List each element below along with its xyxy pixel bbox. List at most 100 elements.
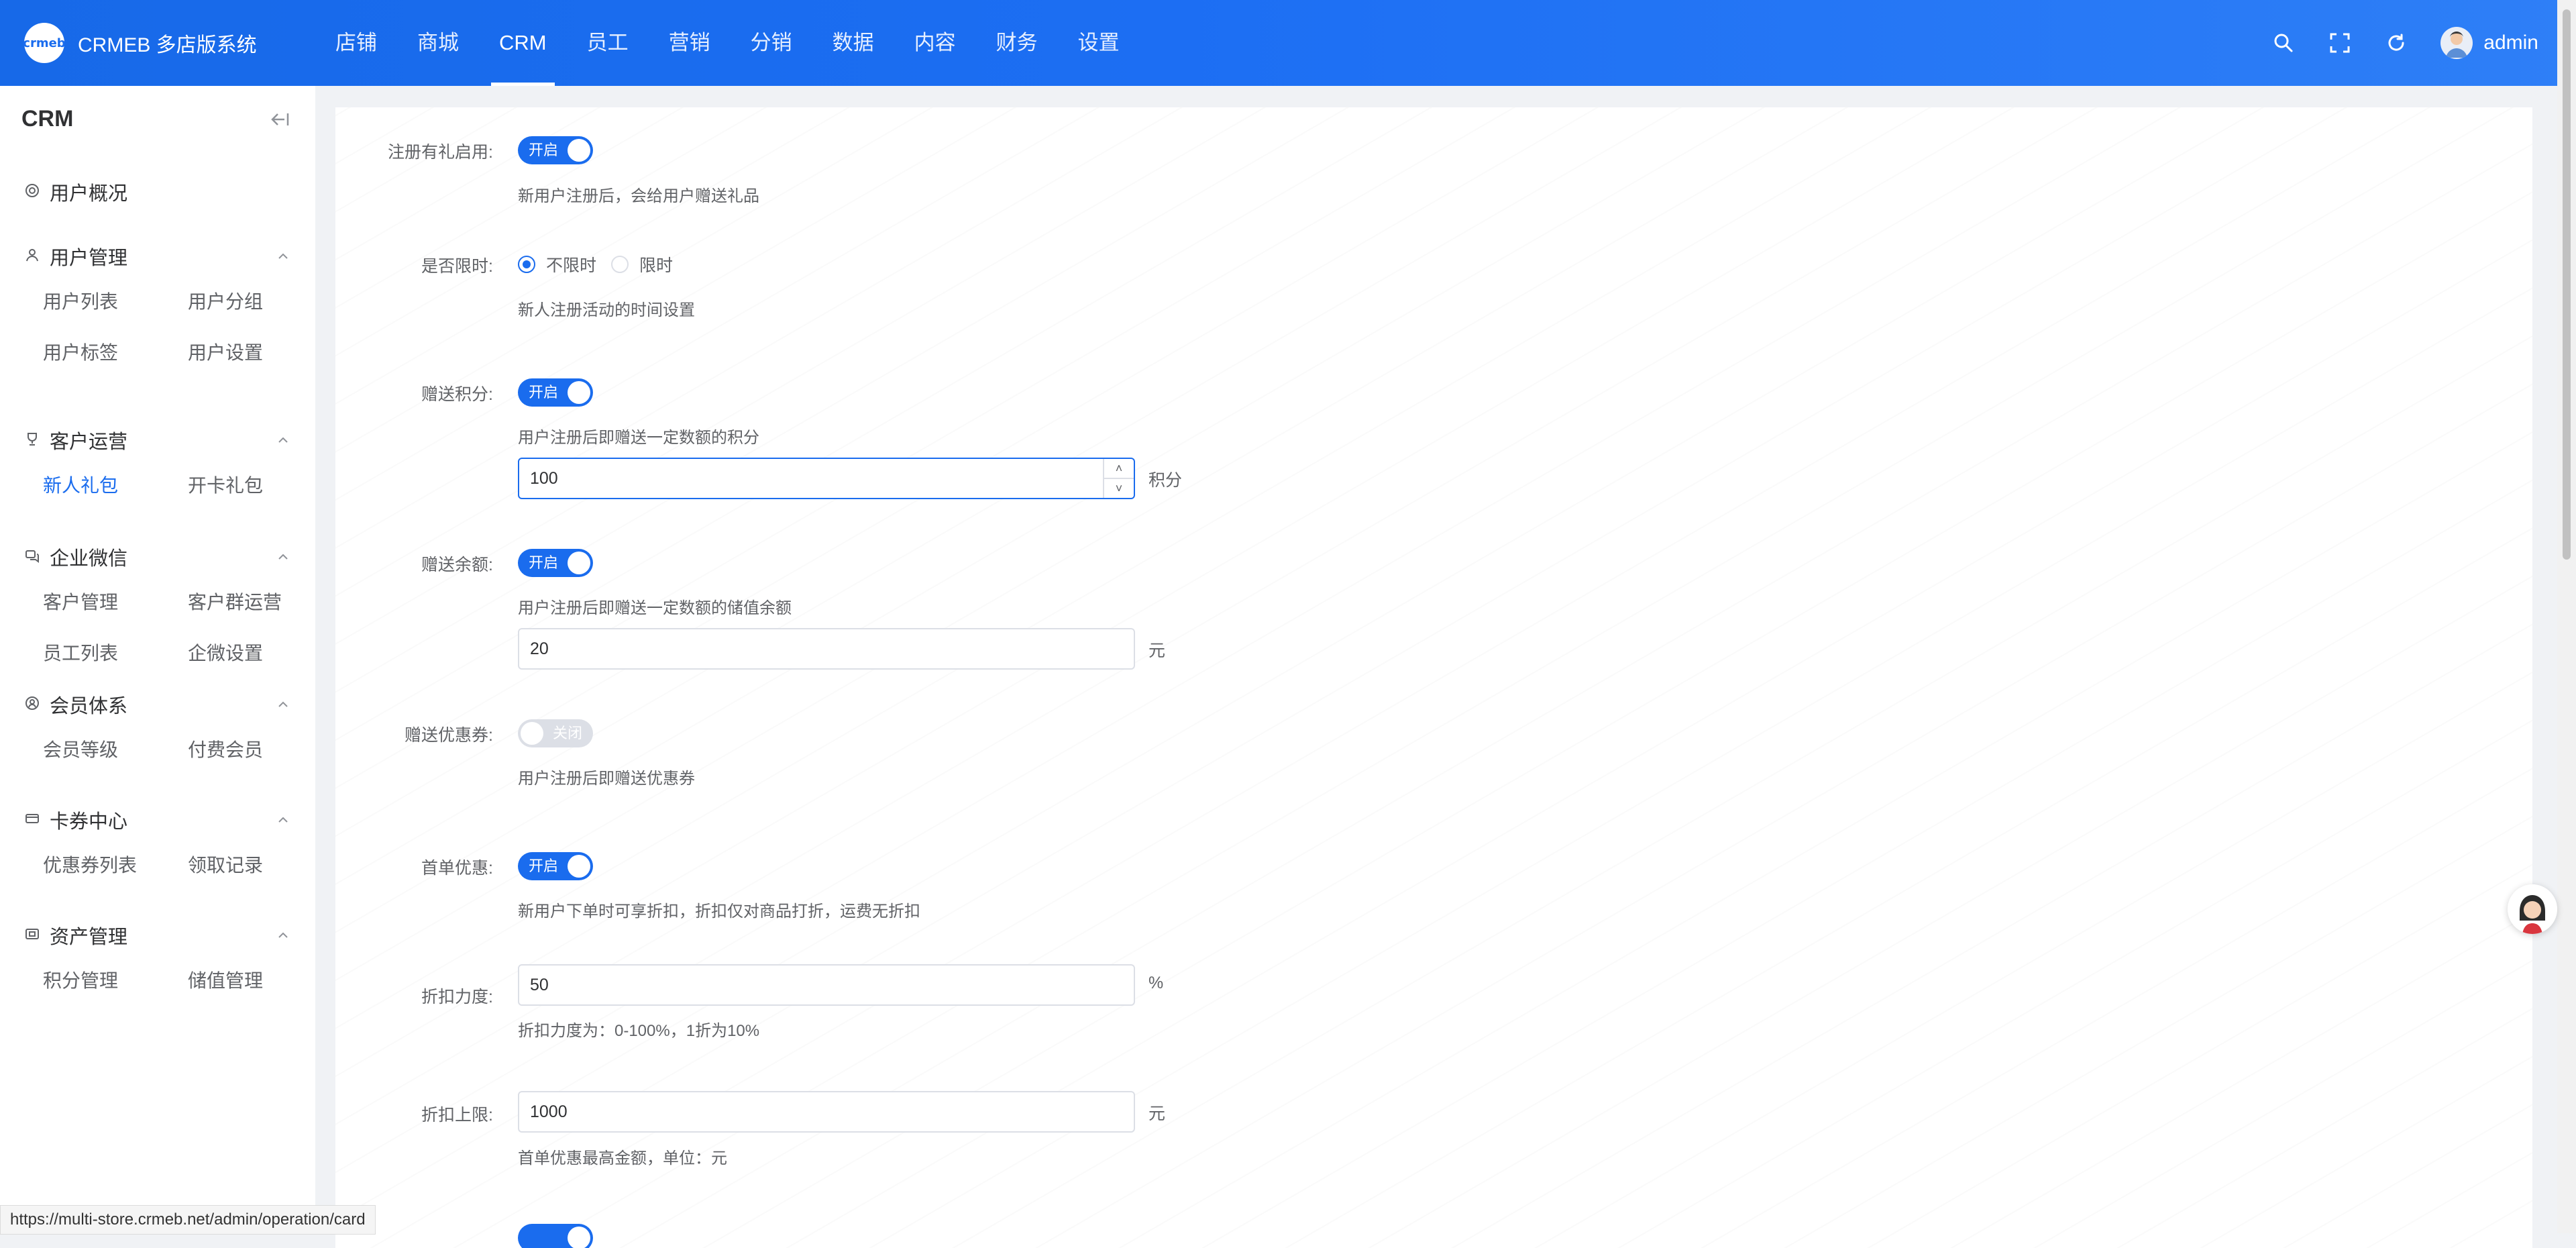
nav-item-content[interactable]: 内容 [894, 0, 976, 86]
nav-item-data[interactable]: 数据 [812, 0, 894, 86]
group-header[interactable]: 资产管理 [0, 915, 315, 955]
status-bar-url: https://multi-store.crmeb.net/admin/oper… [0, 1205, 376, 1235]
gift-points-switch[interactable]: 开启 [518, 378, 593, 407]
switch-text: 开启 [529, 142, 559, 158]
sidebar-group-coupon-center: 卡券中心 优惠券列表 领取记录 [0, 800, 315, 891]
nav-item-mall[interactable]: 商城 [397, 0, 479, 86]
sidebar-item-user-list[interactable]: 用户列表 [43, 276, 188, 327]
wallet-icon [24, 926, 40, 945]
switch-knob [568, 855, 590, 878]
sidebar-item-user-tag[interactable]: 用户标签 [43, 327, 188, 378]
input-value: 50 [530, 976, 549, 994]
nav-item-finance[interactable]: 财务 [976, 0, 1058, 86]
chevron-up-icon [276, 813, 290, 830]
sidebar-item-paid-member[interactable]: 付费会员 [188, 725, 333, 776]
discount-cap-label: 折扣上限: [421, 1106, 493, 1125]
gift-balance-label: 赠送余额: [421, 556, 493, 574]
input-value: 20 [530, 639, 549, 658]
sidebar-group-customer-ops: 客户运营 新人礼包 开卡礼包 [0, 420, 315, 511]
sidebar-item-wecom-settings[interactable]: 企微设置 [188, 628, 333, 679]
group-label: 企业微信 [50, 548, 128, 570]
sidebar-item-card-gift[interactable]: 开卡礼包 [188, 460, 333, 511]
radio-unlimited-label[interactable]: 不限时 [546, 252, 596, 276]
top-header: crmeb CRMEB 多店版系统 店铺 商城 CRM 员工 营销 分销 数据 … [0, 0, 2576, 86]
gift-points-input[interactable]: 100 ˄ ˅ [518, 458, 1135, 499]
discount-rate-hint: 折扣力度为：0-100%，1折为10% [518, 1022, 760, 1040]
stepper-down-icon[interactable]: ˅ [1104, 479, 1134, 498]
logo-icon: crmeb [23, 23, 66, 63]
gift-coupon-label: 赠送优惠券: [405, 726, 493, 745]
group-label: 卡券中心 [50, 811, 128, 833]
sidebar-item-staff-list[interactable]: 员工列表 [43, 628, 188, 679]
sidebar: CRM 用户概况 用户管理 用户列表 用户分组 用户标签 用户设置 客户运营 新… [0, 86, 315, 1233]
group-label: 用户管理 [50, 248, 128, 269]
input-value: 1000 [530, 1102, 568, 1121]
sidebar-title: CRM [21, 106, 74, 132]
switch-knob [568, 139, 590, 162]
nav-item-settings[interactable]: 设置 [1058, 0, 1140, 86]
nav-item-distribution[interactable]: 分销 [731, 0, 812, 86]
refresh-icon[interactable] [2368, 0, 2424, 86]
sidebar-item-customer-management[interactable]: 客户管理 [43, 577, 188, 628]
switch-knob [568, 1227, 590, 1248]
sidebar-item-member-level[interactable]: 会员等级 [43, 725, 188, 776]
sidebar-item-new-user-gift[interactable]: 新人礼包 [43, 460, 188, 511]
switch-text: 开启 [529, 857, 559, 874]
sidebar-item-points-management[interactable]: 积分管理 [43, 955, 188, 1006]
logo[interactable]: crmeb CRMEB 多店版系统 [23, 23, 257, 63]
time-limit-label: 是否限时: [421, 257, 493, 276]
user-icon [24, 247, 40, 266]
group-header[interactable]: 客户运营 [0, 420, 315, 460]
group-header[interactable]: 用户管理 [0, 236, 315, 276]
watermark-background [335, 107, 2532, 1248]
discount-rate-input[interactable]: 50 [518, 964, 1135, 1006]
input-value: 100 [530, 469, 558, 488]
switch-knob [521, 722, 543, 745]
fullscreen-icon[interactable] [2312, 0, 2368, 86]
first-order-hint: 新用户下单时可享折扣，折扣仅对商品打折，运费无折扣 [518, 902, 920, 921]
sidebar-item-claim-records[interactable]: 领取记录 [188, 840, 333, 891]
user-avatar[interactable] [2440, 27, 2473, 59]
username[interactable]: admin [2483, 32, 2538, 54]
page-scrollbar[interactable] [2557, 0, 2576, 1233]
nav-item-store[interactable]: 店铺 [315, 0, 397, 86]
next-row-switch[interactable] [518, 1224, 593, 1248]
search-icon[interactable] [2255, 0, 2312, 86]
customer-service-avatar[interactable] [2508, 884, 2557, 934]
nav-item-crm[interactable]: CRM [479, 0, 567, 86]
sidebar-group-membership: 会员体系 会员等级 付费会员 [0, 684, 315, 776]
gift-balance-switch[interactable]: 开启 [518, 549, 593, 577]
sidebar-item-stored-value-management[interactable]: 储值管理 [188, 955, 333, 1006]
discount-cap-input[interactable]: 1000 [518, 1091, 1135, 1133]
discount-rate-label: 折扣力度: [421, 988, 493, 1006]
number-stepper[interactable]: ˄ ˅ [1103, 459, 1134, 498]
chevron-up-icon [276, 550, 290, 567]
discount-cap-hint: 首单优惠最高金额，单位：元 [518, 1149, 727, 1167]
nav-item-staff[interactable]: 员工 [567, 0, 649, 86]
first-order-switch[interactable]: 开启 [518, 852, 593, 880]
sidebar-item-coupon-list[interactable]: 优惠券列表 [43, 840, 188, 891]
radio-limited[interactable] [611, 256, 629, 273]
scrollbar-thumb[interactable] [2563, 9, 2571, 560]
register-gift-switch[interactable]: 开启 [518, 136, 593, 164]
group-header[interactable]: 会员体系 [0, 684, 315, 725]
group-header[interactable]: 企业微信 [0, 537, 315, 577]
radio-unlimited[interactable] [518, 256, 535, 273]
switch-text: 关闭 [552, 725, 582, 741]
card-icon [24, 811, 40, 830]
gift-points-hint: 用户注册后即赠送一定数额的积分 [518, 429, 759, 447]
sidebar-item-overview[interactable]: 用户概况 [0, 172, 339, 212]
radio-limited-label[interactable]: 限时 [639, 252, 673, 276]
gift-balance-input[interactable]: 20 [518, 628, 1135, 670]
sidebar-item-customer-group-ops[interactable]: 客户群运营 [188, 577, 333, 628]
switch-knob [568, 381, 590, 404]
time-limit-hint: 新人注册活动的时间设置 [518, 301, 695, 319]
sidebar-item-user-settings[interactable]: 用户设置 [188, 327, 333, 378]
sidebar-item-user-group[interactable]: 用户分组 [188, 276, 333, 327]
gift-balance-unit: 元 [1148, 641, 1166, 660]
chat-icon [24, 548, 40, 567]
gift-coupon-switch[interactable]: 关闭 [518, 719, 593, 747]
collapse-sidebar-icon[interactable] [270, 111, 290, 131]
group-header[interactable]: 卡券中心 [0, 800, 315, 840]
nav-item-marketing[interactable]: 营销 [649, 0, 731, 86]
